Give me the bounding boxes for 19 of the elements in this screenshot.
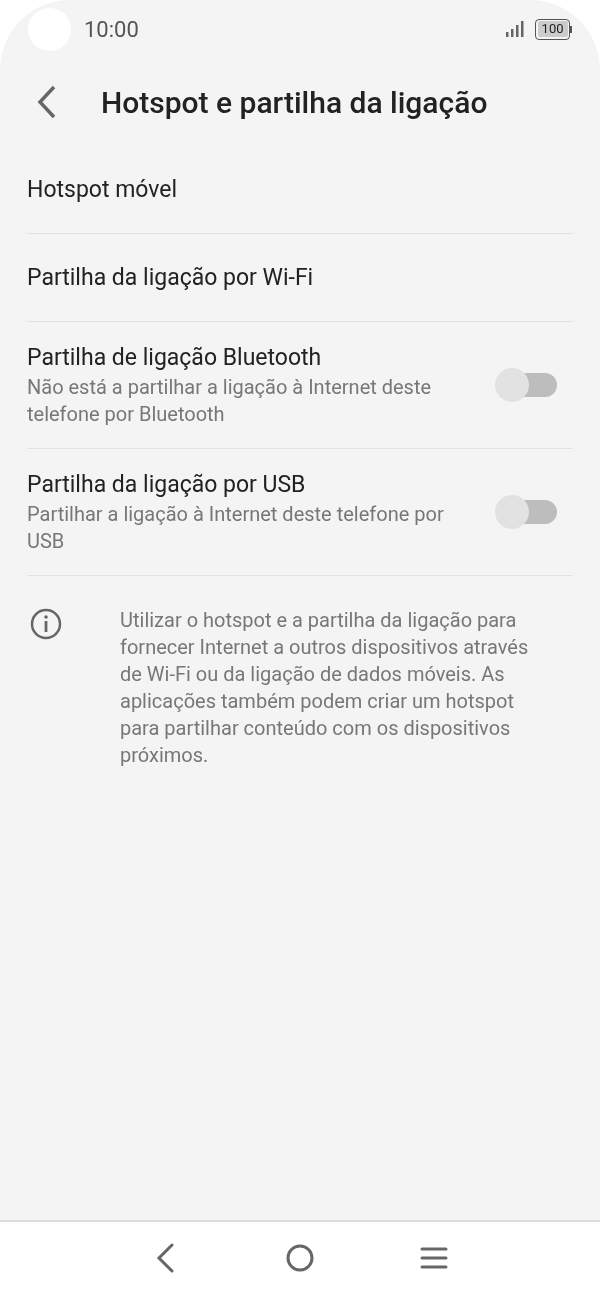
- item-title: Hotspot móvel: [27, 174, 179, 205]
- home-button[interactable]: [285, 1243, 315, 1273]
- status-time: 10:00: [84, 15, 139, 44]
- battery-level: 100: [537, 21, 568, 37]
- settings-item[interactable]: Partilha da ligação por Wi-Fi: [27, 234, 573, 322]
- toggle-switch[interactable]: [495, 368, 557, 402]
- settings-item[interactable]: Hotspot móvel: [27, 146, 573, 234]
- item-title: Partilha da ligação por Wi-Fi: [27, 262, 315, 293]
- settings-item[interactable]: Partilha da ligação por USB Partilhar a ligação à Internet deste telefone por USB: [27, 449, 573, 576]
- item-title: Partilha de ligação Bluetooth: [27, 343, 323, 373]
- settings-item[interactable]: Partilha de ligação Bluetooth Não está a partilhar a ligação à Internet deste telefone por Bluetooth: [27, 322, 573, 449]
- item-subtitle: Não está a partilhar a ligação à Internet deste telefone por Bluetooth: [27, 374, 433, 428]
- toggle-switch[interactable]: [495, 495, 557, 529]
- page-title: Hotspot e partilha da ligação: [101, 83, 488, 122]
- info-text: Utilizar o hotspot e a partilha da ligação para fornecer Internet a outros dispositivos através de Wi-Fi ou da ligação de dados móveis. As aplicações também podem criar um hotspot para partilhar conteúdo com os dispositivos próximos.: [120, 607, 530, 769]
- signal-icon: [505, 20, 526, 38]
- info-icon: [29, 607, 63, 641]
- item-subtitle: Partilhar a ligação à Internet deste telefone por USB: [27, 501, 445, 555]
- item-title: Partilha da ligação por USB: [27, 470, 307, 500]
